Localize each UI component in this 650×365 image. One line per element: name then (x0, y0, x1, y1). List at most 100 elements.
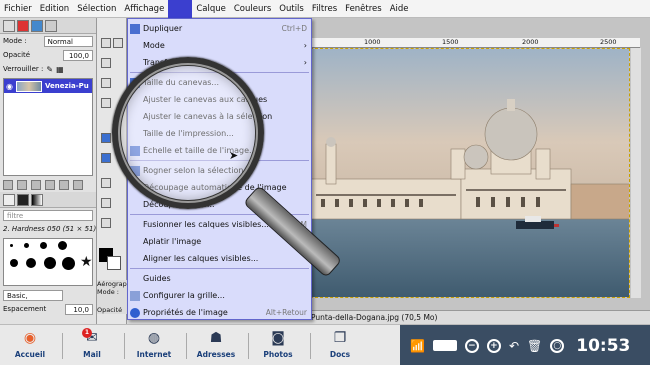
brush-dot[interactable] (10, 244, 13, 247)
opacity-label: Opacité (3, 51, 31, 59)
menu-couleurs[interactable]: Couleurs (230, 0, 275, 18)
spacing-field[interactable]: 10,0 (65, 303, 93, 315)
brush-dot[interactable] (10, 259, 18, 267)
ruler-mark: 2000 (522, 38, 539, 46)
blank-icon (130, 254, 140, 264)
brush-filter-input[interactable]: filtre (3, 209, 93, 221)
menu-item-shortcut: Alt+Retour (265, 308, 307, 317)
paintbrush-tool-icon[interactable] (101, 178, 111, 188)
undo-tab-icon[interactable] (45, 19, 57, 32)
taskbar-internet[interactable]: ◍ Internet (124, 328, 184, 364)
brush-preset-row: Basic, (0, 288, 96, 302)
menu-item-label: Propriétés de l'image (143, 308, 228, 317)
trash-icon[interactable]: 🗑 (527, 339, 542, 353)
menu-outils[interactable]: Outils (275, 0, 308, 18)
menu-selection[interactable]: Sélection (73, 0, 120, 18)
taskbar-photos[interactable]: ◙ Photos (248, 328, 308, 364)
menu-filtres[interactable]: Filtres (308, 0, 341, 18)
menu-calque[interactable]: Calque (192, 0, 230, 18)
new-layer-icon[interactable] (3, 180, 13, 190)
paths-tab-icon[interactable] (31, 19, 43, 32)
taskbar-mail[interactable]: ✉ Mail 1 (62, 328, 122, 364)
lock-pixels-icon[interactable]: ✎ (46, 65, 53, 74)
delete-layer-icon[interactable] (73, 180, 83, 190)
submenu-arrow-icon: › (303, 58, 307, 67)
venice-photo[interactable] (310, 48, 630, 298)
ellipse-select-tool-icon[interactable] (113, 38, 123, 48)
crop-tool-icon[interactable] (101, 98, 111, 108)
scale-tool-icon[interactable] (101, 153, 111, 163)
menu-affichage[interactable]: Affichage (120, 0, 168, 18)
channels-tab-icon[interactable] (17, 19, 29, 32)
menu-item-proprietes[interactable]: Propriétés de l'image Alt+Retour (128, 304, 311, 321)
brush-dot[interactable] (44, 257, 56, 269)
brush-dot[interactable] (62, 257, 75, 270)
lower-layer-icon[interactable] (31, 180, 41, 190)
menu-item-label: Mode (143, 41, 165, 50)
eraser-tool-icon[interactable] (101, 198, 111, 208)
menu-fenetres[interactable]: Fenêtres (341, 0, 386, 18)
layer-row[interactable]: ◉ Venezia-Pu (4, 79, 92, 93)
zoom-out-icon[interactable]: − (464, 338, 479, 353)
blank-icon (130, 237, 140, 247)
opacity-field[interactable]: 100,0 (63, 49, 93, 61)
brush-preset-select[interactable]: Basic, (3, 289, 63, 301)
battery-icon[interactable] (432, 340, 457, 351)
wifi-icon[interactable]: 📶 (410, 339, 425, 353)
mode-select[interactable]: Normal (43, 35, 93, 47)
menu-item-guides[interactable]: Guides (128, 270, 311, 287)
brush-dot[interactable] (58, 241, 67, 250)
duplicate-layer-icon[interactable] (45, 180, 55, 190)
background-color-swatch[interactable] (107, 256, 121, 270)
patterns-tab-icon[interactable] (17, 193, 29, 206)
layer-buttons (0, 178, 96, 192)
brush-dot[interactable] (40, 242, 47, 249)
brush-grid[interactable]: ★ (3, 238, 93, 286)
menu-aide[interactable]: Aide (386, 0, 413, 18)
clone-tool-icon[interactable] (101, 218, 111, 228)
menu-item-aligner[interactable]: Aligner les calques visibles... (128, 250, 311, 267)
blank-icon (130, 200, 140, 210)
menubar: Fichier Edition Sélection Affichage Calq… (0, 0, 650, 18)
grid-icon (130, 290, 140, 301)
vertical-scrollbar[interactable] (631, 48, 641, 298)
raise-layer-icon[interactable] (17, 180, 27, 190)
zoom-in-icon[interactable]: + (486, 338, 501, 353)
rect-select-tool-icon[interactable] (101, 38, 111, 48)
taskbar-adresses[interactable]: ☗ Adresses (186, 328, 246, 364)
layers-tab-icon[interactable] (3, 19, 15, 32)
menu-fichier[interactable]: Fichier (0, 0, 36, 18)
brush-dot[interactable] (26, 258, 36, 268)
brush-name: 2. Hardness 050 (51 × 51) (3, 225, 97, 233)
help-lifebuoy-icon[interactable]: ○ (550, 338, 565, 353)
menu-image[interactable] (168, 0, 193, 18)
opacity-row: Opacité 100,0 (0, 48, 96, 62)
menu-edition[interactable]: Edition (36, 0, 73, 18)
taskbar-label: Internet (136, 350, 172, 359)
taskbar-docs[interactable]: ❐ Docs (310, 328, 370, 364)
system-tray: 📶 − + ↶ 🗑 ○ 10:53 (400, 325, 650, 365)
move-tool-icon[interactable] (101, 78, 111, 88)
visibility-eye-icon[interactable]: ◉ (6, 82, 13, 91)
menu-item-configurer-grille[interactable]: Configurer la grille... (128, 287, 311, 304)
taskbar-accueil[interactable]: ◉ Accueil (0, 328, 60, 364)
undo-arrow-icon[interactable]: ↶ (509, 339, 519, 353)
star-brush-icon[interactable]: ★ (80, 254, 93, 270)
anchor-layer-icon[interactable] (59, 180, 69, 190)
taskbar-label: Adresses (196, 350, 236, 359)
menu-item-mode[interactable]: Mode › (128, 37, 311, 54)
taskbar-label: Photos (263, 350, 293, 359)
status-filename: Punta-della-Dogana.jpg (70,5 Mo) (311, 313, 438, 322)
home-icon: ◉ (23, 330, 37, 346)
menu-item-dupliquer[interactable]: Dupliquer Ctrl+D (128, 20, 311, 37)
horizontal-ruler[interactable]: 1000 1500 2000 2500 (302, 38, 640, 48)
menu-item-label: Fusionner les calques visibles... (143, 220, 269, 229)
brushes-tab-icon[interactable] (3, 193, 15, 206)
dock-tabs (0, 18, 96, 34)
lasso-tool-icon[interactable] (101, 58, 111, 68)
gradients-tab-icon[interactable] (31, 193, 43, 206)
tool-options-mode: Mode : (97, 288, 119, 296)
lock-alpha-icon[interactable]: ▦ (56, 65, 64, 74)
rotate-tool-icon[interactable] (101, 133, 111, 143)
brush-dot[interactable] (24, 243, 29, 248)
